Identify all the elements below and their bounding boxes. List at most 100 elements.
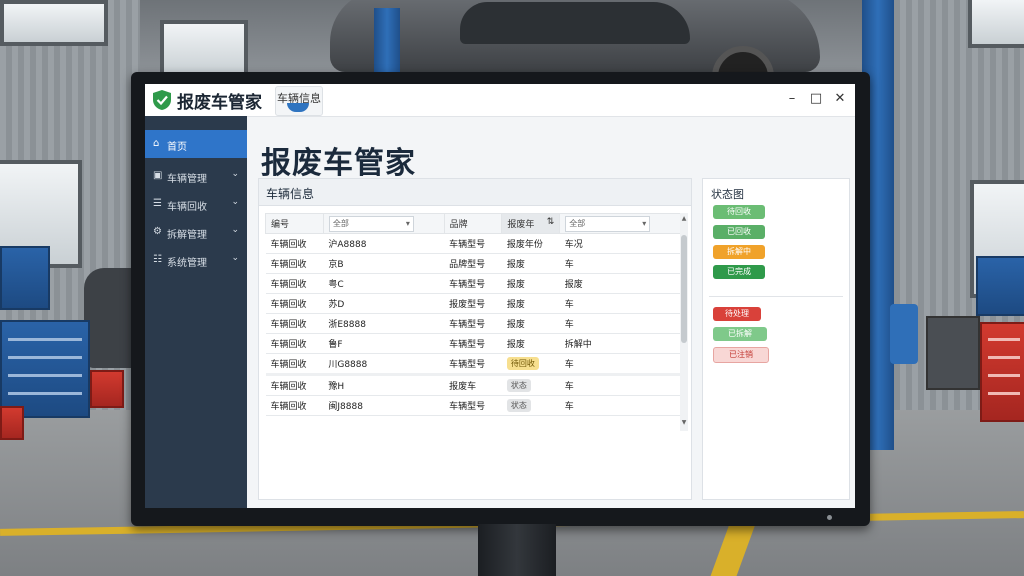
settings-icon: ☷ xyxy=(153,254,162,265)
table-cell-plate: 浙E8888 xyxy=(323,313,445,334)
table-row[interactable]: 车辆回收 川G8888 车辆型号 待回收 车 xyxy=(265,353,681,375)
table-row[interactable]: 车辆回收 豫H 报废车 状态 车 xyxy=(265,374,681,396)
table-cell-status: 车 xyxy=(559,395,681,416)
status-badge[interactable]: 待回收 xyxy=(713,205,765,219)
table-cell-year: 报废 xyxy=(501,273,560,294)
power-indicator xyxy=(827,515,832,520)
table-cell-plate: 豫H xyxy=(323,374,445,396)
car-window xyxy=(460,2,690,44)
plate-filter-select[interactable]: 全部 ▾ xyxy=(328,215,414,232)
table-cell-status: 车 xyxy=(559,253,681,274)
table-cell-status: 车 xyxy=(559,374,681,396)
vehicle-info-panel: 车辆信息 编号 全部 ▾ 品牌 报废年 ⇅ 全部 ▾ 车辆回收 沪A8888 车… xyxy=(258,178,692,500)
sidebar-item-label: 车辆回收 xyxy=(167,202,207,213)
window-pane xyxy=(160,20,248,78)
sidebar-item-dismantling[interactable]: ⚙ 拆解管理 ⌄ xyxy=(145,218,247,246)
filter-value: 全部 xyxy=(569,218,586,228)
table-cell-brand: 车辆型号 xyxy=(444,233,502,254)
sidebar-item-vehicle-management[interactable]: ▣ 车辆管理 ⌄ xyxy=(145,162,247,190)
status-badge[interactable]: 已注销 xyxy=(713,347,769,363)
status-pill: 状态 xyxy=(506,399,531,412)
status-badge[interactable]: 已拆解 xyxy=(713,327,767,341)
status-filter-select[interactable]: 全部 ▾ xyxy=(565,215,651,232)
table-row[interactable]: 车辆回收 浙E8888 车辆型号 报废车 xyxy=(265,313,681,334)
table-cell-year: 报废 xyxy=(501,253,560,274)
table-row[interactable]: 车辆回收 京B 品牌型号 报废车 xyxy=(265,253,681,274)
table-cell-brand: 报废车 xyxy=(444,374,502,396)
status-pill: 待回收 xyxy=(506,357,539,370)
table-cell-year: 报废 xyxy=(501,313,560,334)
table-row[interactable]: 车辆回收 沪A8888 车辆型号 报废年份 车况 xyxy=(265,233,681,254)
shield-check-icon xyxy=(153,90,171,110)
table-cell-year: 报废 xyxy=(501,333,560,354)
status-badge[interactable]: 待处理 xyxy=(713,307,761,321)
red-bin xyxy=(90,370,124,408)
app-title: 报废车管家 xyxy=(177,93,262,113)
table-cell-plate: 沪A8888 xyxy=(323,233,445,254)
table-cell-status: 拆解中 xyxy=(559,333,681,354)
panel-title: 车辆信息 xyxy=(266,187,315,201)
status-badge[interactable]: 已完成 xyxy=(713,265,765,279)
table-cell-id: 车辆回收 xyxy=(265,293,324,314)
table-cell-id: 车辆回收 xyxy=(265,353,324,375)
table-scrollbar[interactable]: ▲ ▼ xyxy=(680,213,688,431)
status-badge[interactable]: 已回收 xyxy=(713,225,765,239)
red-bin xyxy=(0,406,24,440)
table-cell-plate: 京B xyxy=(323,253,445,274)
sidebar-item-label: 首页 xyxy=(167,142,187,153)
tools-icon: ⚙ xyxy=(153,226,162,237)
title-bar: 报废车管家 车辆信息 – □ ✕ xyxy=(145,84,855,117)
lift-pillar xyxy=(374,8,400,72)
tool-cabinet-red xyxy=(980,322,1024,422)
table-cell-plate: 闽J8888 xyxy=(323,395,445,416)
vehicle-table: 编号 全部 ▾ 品牌 报废年 ⇅ 全部 ▾ 车辆回收 沪A8888 车辆型号 报废年份 车况车… xyxy=(265,213,681,416)
table-row[interactable]: 车辆回收 粤C 车辆型号 报废 报废 xyxy=(265,273,681,294)
table-cell-brand: 车辆型号 xyxy=(444,333,502,354)
table-row[interactable]: 车辆回收 鲁F 车辆型号 报废 拆解中 xyxy=(265,333,681,354)
filter-value: 全部 xyxy=(332,218,349,228)
table-cell-status: 车 xyxy=(559,353,681,375)
status-panel-title: 状态图 xyxy=(711,188,744,201)
minimize-button[interactable]: – xyxy=(781,88,803,110)
scrollbar-thumb[interactable] xyxy=(681,235,687,343)
table-cell-status: 报废 xyxy=(559,273,681,294)
sidebar-item-system[interactable]: ☷ 系统管理 ⌄ xyxy=(145,246,247,274)
table-cell-plate: 苏D xyxy=(323,293,445,314)
table-cell-id: 车辆回收 xyxy=(265,233,324,254)
table-row[interactable]: 车辆回收 苏D 报废型号 报废车 xyxy=(265,293,681,314)
column-header-label: 报废年 xyxy=(507,220,535,230)
filter-cell: 全部 ▾ xyxy=(559,213,681,234)
table-row[interactable]: 车辆回收 闽J8888 车辆型号 状态 车 xyxy=(265,395,681,416)
close-button[interactable]: ✕ xyxy=(829,88,851,110)
home-icon: ⌂ xyxy=(153,138,160,149)
scroll-up-icon[interactable]: ▲ xyxy=(680,215,688,222)
status-pill: 状态 xyxy=(506,379,531,392)
sidebar-item-label: 系统管理 xyxy=(167,258,207,269)
chevron-down-icon: ▾ xyxy=(405,218,410,228)
recycle-icon: ☰ xyxy=(153,198,162,209)
scroll-down-icon[interactable]: ▼ xyxy=(680,419,688,426)
status-badge[interactable]: 拆解中 xyxy=(713,245,765,259)
sidebar-item-home[interactable]: ⌂ 首页 xyxy=(145,130,247,158)
app-window: 报废车管家 车辆信息 – □ ✕ ⌂ 首页 ▣ 车辆管理 ⌄ ☰ 车辆回收 ⌄ … xyxy=(145,84,855,508)
maximize-button[interactable]: □ xyxy=(805,88,827,110)
divider xyxy=(709,296,843,297)
table-cell-brand: 车辆型号 xyxy=(444,313,502,334)
column-header[interactable]: 编号 xyxy=(265,213,324,234)
sidebar-item-vehicle-recycling[interactable]: ☰ 车辆回收 ⌄ xyxy=(145,190,247,218)
table-cell-plate: 粤C xyxy=(323,273,445,294)
sidebar-item-label: 拆解管理 xyxy=(167,230,207,241)
sidebar: ⌂ 首页 ▣ 车辆管理 ⌄ ☰ 车辆回收 ⌄ ⚙ 拆解管理 ⌄ ☷ 系统管理 ⌄ xyxy=(145,116,247,508)
tool-cabinet xyxy=(0,320,90,418)
table-header-row: 编号 全部 ▾ 品牌 报废年 ⇅ 全部 ▾ xyxy=(265,213,681,234)
table-cell-year: 状态 xyxy=(501,374,560,396)
sidebar-item-label: 车辆管理 xyxy=(167,174,207,185)
table-cell-year: 报废年份 xyxy=(501,233,560,254)
column-header[interactable]: 品牌 xyxy=(443,213,503,234)
chevron-down-icon: ▾ xyxy=(642,218,647,228)
table-cell-plate: 川G8888 xyxy=(323,353,445,375)
table-cell-year: 报废 xyxy=(501,293,560,314)
monitor: 报废车管家 车辆信息 – □ ✕ ⌂ 首页 ▣ 车辆管理 ⌄ ☰ 车辆回收 ⌄ … xyxy=(131,72,870,526)
chevron-down-icon: ⌄ xyxy=(231,197,239,207)
column-header[interactable]: 报废年 ⇅ xyxy=(501,213,561,234)
